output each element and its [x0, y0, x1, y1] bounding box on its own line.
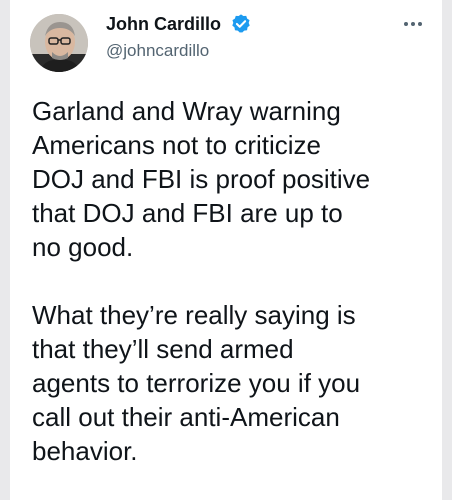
author-handle[interactable]: @johncardillo	[106, 40, 209, 62]
tweet-paragraph-1: Garland and Wray warning Americans not t…	[32, 96, 371, 262]
tweet-card: John Cardillo @johncardillo Garland and …	[10, 0, 442, 500]
tweet-body: Garland and Wray warning Americans not t…	[32, 94, 432, 468]
avatar[interactable]	[30, 14, 88, 72]
profile-photo-icon	[30, 14, 88, 72]
verified-badge-icon	[232, 14, 250, 33]
more-options-icon[interactable]	[398, 14, 428, 34]
author-display-name[interactable]: John Cardillo	[106, 12, 221, 36]
tweet-paragraph-2: What they’re really saying is that they’…	[32, 300, 361, 466]
